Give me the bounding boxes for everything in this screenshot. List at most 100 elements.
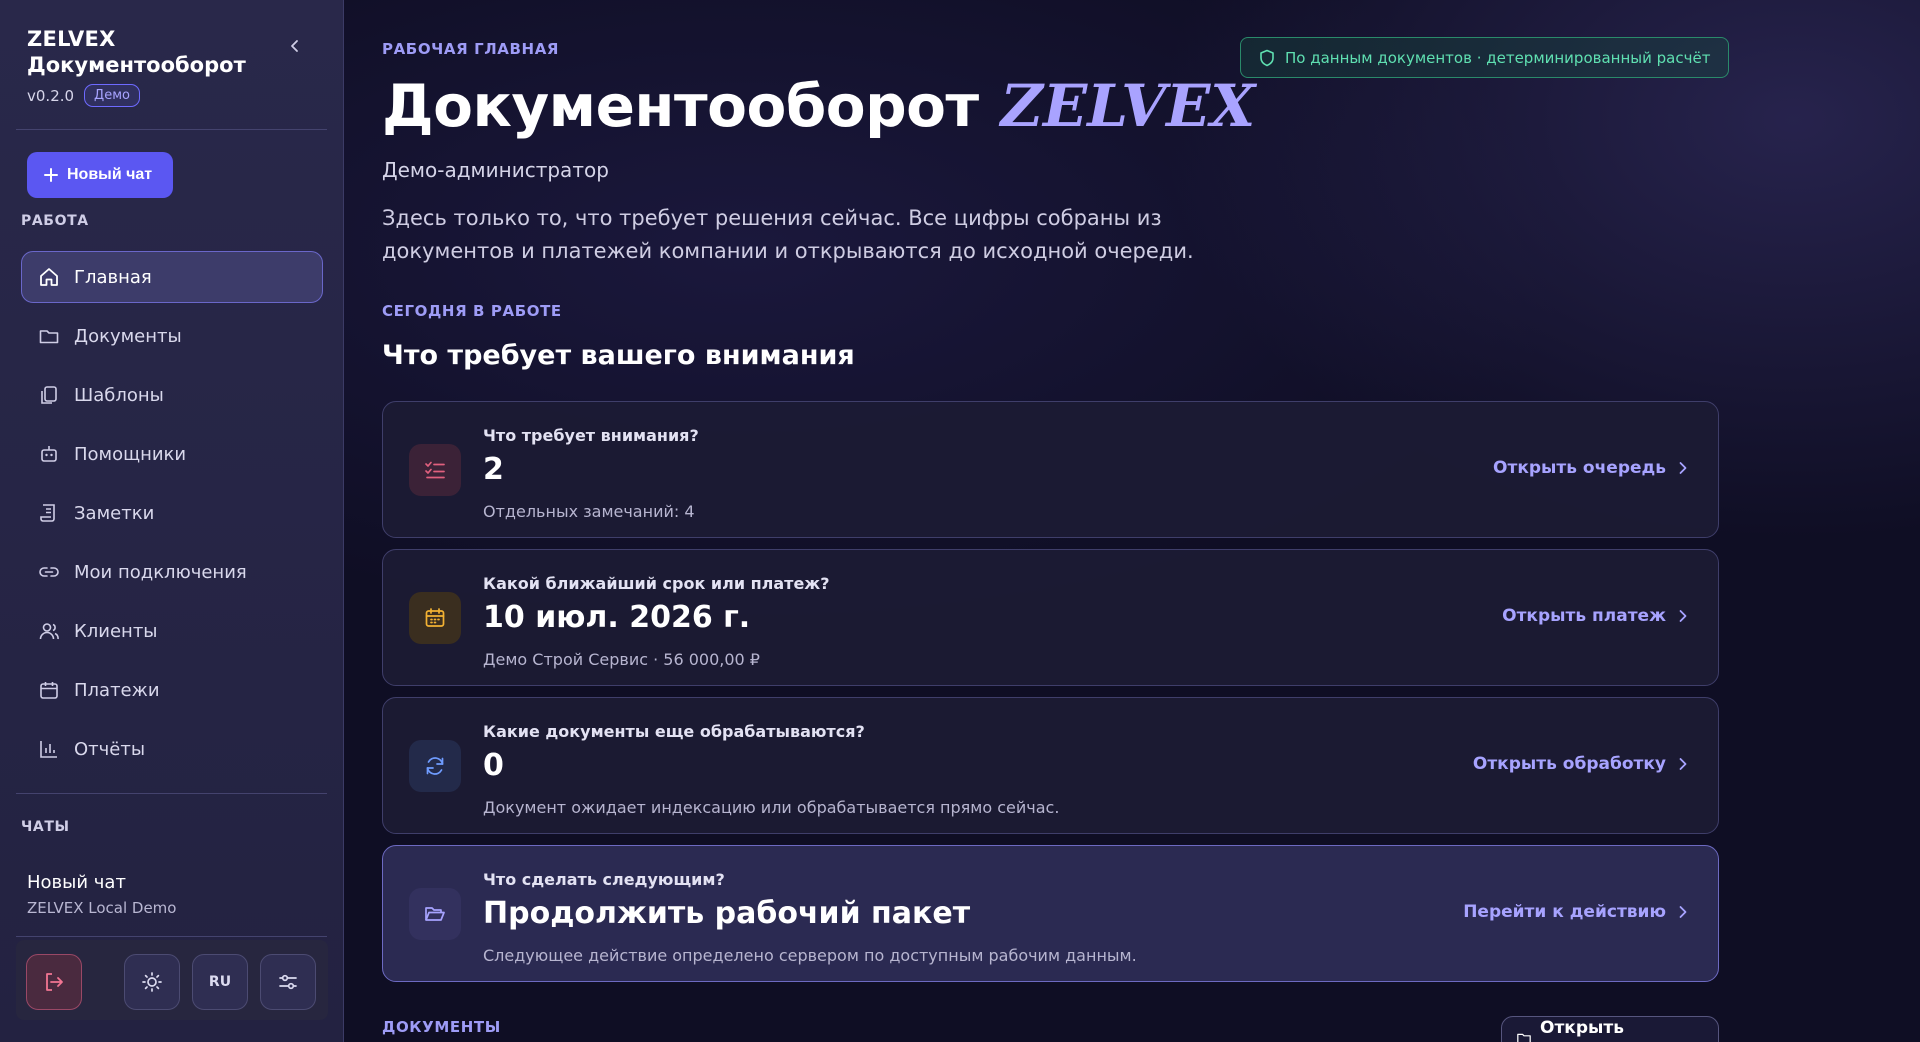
calendar-icon <box>425 608 445 627</box>
card-subtext: Демо Строй Сервис · 56 000,00 ₽ <box>483 650 760 669</box>
copy-icon <box>41 386 57 404</box>
page-kicker: РАБОЧАЯ ГЛАВНАЯ <box>382 40 560 58</box>
sidebar-item-label: Отчёты <box>74 738 146 760</box>
open-documents-button[interactable]: Открыть документы <box>1501 1016 1719 1042</box>
page-description: Здесь только то, что требует решения сей… <box>382 206 1194 263</box>
logout-button[interactable] <box>26 954 82 1010</box>
users-icon <box>39 623 59 640</box>
sidebar-item-label: Главная <box>74 266 152 288</box>
sidebar-item-payments[interactable]: Платежи <box>21 664 323 716</box>
sidebar-item-label: Заметки <box>74 502 155 524</box>
page-title-brand: ZELVEX <box>1000 72 1256 140</box>
chevron-right-icon <box>1679 462 1687 474</box>
chevron-right-icon <box>1679 758 1687 770</box>
card-action-label: Открыть платеж <box>1502 606 1666 626</box>
brand-name: ZELVEX <box>27 27 116 51</box>
list-check-icon <box>425 461 445 479</box>
sidebar-item-label: Шаблоны <box>74 384 164 406</box>
card-subtext: Следующее действие определено сервером п… <box>483 946 1137 965</box>
divider <box>16 129 327 130</box>
brand-product: Документооборот <box>27 53 246 77</box>
theme-toggle-button[interactable] <box>124 954 180 1010</box>
sliders-icon <box>279 974 297 990</box>
card-question: Что сделать следующим? <box>483 870 725 889</box>
main-content: РАБОЧАЯ ГЛАВНАЯ По данным документов · д… <box>344 0 1920 1042</box>
sidebar-item-assistants[interactable]: Помощники <box>21 428 323 480</box>
chevron-right-icon <box>1679 906 1687 918</box>
status-pill: По данным документов · детерминированный… <box>1240 37 1730 78</box>
calendar-icon <box>40 682 58 699</box>
new-chat-button[interactable]: Новый чат <box>27 152 173 198</box>
shield-icon <box>1260 49 1274 66</box>
status-pill-text: По данным документов · детерминированный… <box>1285 48 1711 67</box>
bar-chart-icon <box>40 741 57 758</box>
sidebar-item-connections[interactable]: Мои подключения <box>21 546 323 598</box>
version-label: v0.2.0 <box>27 86 75 105</box>
work-section-label: РАБОТА <box>21 213 89 229</box>
sidebar: ZELVEX Документооборот v0.2.0 Демо Новый… <box>0 0 344 1042</box>
card-question: Какие документы еще обрабатываются? <box>483 722 865 741</box>
sidebar-item-label: Клиенты <box>74 620 158 642</box>
card-subtext: Отдельных замечаний: 4 <box>483 502 695 521</box>
card-value: 0 <box>483 748 504 783</box>
divider <box>16 936 327 937</box>
bot-icon <box>41 446 57 462</box>
user-role: Демо-администратор <box>382 158 609 182</box>
sun-icon <box>142 972 162 992</box>
card-question: Какой ближайший срок или платеж? <box>483 574 830 593</box>
chats-section-label: ЧАТЫ <box>21 819 70 835</box>
chat-title: Новый чат <box>27 872 126 893</box>
collapse-sidebar-button[interactable] <box>283 34 307 58</box>
card-value: Продолжить рабочий пакет <box>483 896 971 931</box>
page-title-text: Документооборот <box>382 72 979 140</box>
folder-icon <box>39 330 59 344</box>
card-action-label: Открыть очередь <box>1493 458 1666 478</box>
deadline-card[interactable]: Какой ближайший срок или платеж? 10 июл.… <box>382 549 1719 686</box>
plus-icon <box>44 168 58 182</box>
open-documents-label: Открыть документы <box>1540 1018 1650 1042</box>
card-subtext: Документ ожидает индексацию или обрабаты… <box>483 798 1060 817</box>
card-question: Что требует внимания? <box>483 426 699 445</box>
settings-button[interactable] <box>260 954 316 1010</box>
open-queue-link[interactable]: Открыть очередь <box>1493 458 1688 478</box>
home-icon <box>40 268 58 286</box>
sidebar-item-documents[interactable]: Документы <box>21 310 323 362</box>
language-button[interactable]: RU <box>192 954 248 1010</box>
open-payment-link[interactable]: Открыть платеж <box>1502 606 1688 626</box>
sidebar-item-home[interactable]: Главная <box>21 251 323 303</box>
demo-badge: Демо <box>84 84 140 107</box>
brand: ZELVEX Документооборот v0.2.0 Демо <box>27 26 317 107</box>
folder-icon <box>1517 1033 1531 1042</box>
section-title: Что требует вашего внимания <box>382 340 855 371</box>
sidebar-toolbar: RU <box>16 940 328 1020</box>
card-icon-box <box>409 888 461 940</box>
folder-open-icon <box>425 907 445 921</box>
sidebar-item-label: Документы <box>74 325 182 347</box>
attention-card[interactable]: Что требует внимания? 2 Отдельных замеча… <box>382 401 1719 538</box>
chevron-right-icon <box>1679 610 1687 622</box>
sidebar-item-reports[interactable]: Отчёты <box>21 723 323 775</box>
card-action-label: Перейти к действию <box>1463 902 1666 922</box>
sidebar-item-label: Платежи <box>74 679 160 701</box>
sidebar-item-templates[interactable]: Шаблоны <box>21 369 323 421</box>
open-processing-link[interactable]: Открыть обработку <box>1473 754 1688 774</box>
chevron-left-icon <box>291 40 298 52</box>
go-to-action-link[interactable]: Перейти к действию <box>1463 902 1688 922</box>
processing-card[interactable]: Какие документы еще обрабатываются? 0 До… <box>382 697 1719 834</box>
documents-kicker: ДОКУМЕНТЫ <box>382 1018 501 1036</box>
next-action-card[interactable]: Что сделать следующим? Продолжить рабочи… <box>382 845 1719 982</box>
sidebar-item-clients[interactable]: Клиенты <box>21 605 323 657</box>
sidebar-item-notes[interactable]: Заметки <box>21 487 323 539</box>
sidebar-nav: Главная Документы Шаблоны Помощники Заме… <box>21 251 323 782</box>
divider <box>16 793 327 794</box>
card-action-label: Открыть обработку <box>1472 754 1666 774</box>
card-icon-box <box>409 444 461 496</box>
scroll-icon <box>40 504 55 522</box>
new-chat-label: Новый чат <box>67 166 153 183</box>
chat-subtitle: ZELVEX Local Demo <box>27 899 177 917</box>
card-value: 10 июл. 2026 г. <box>483 600 751 635</box>
page-title: Документооборот ZELVEX <box>382 72 1255 140</box>
chat-item[interactable]: Новый чат ZELVEX Local Demo <box>27 872 176 917</box>
sidebar-item-label: Мои подключения <box>74 561 247 583</box>
card-icon-box <box>409 592 461 644</box>
